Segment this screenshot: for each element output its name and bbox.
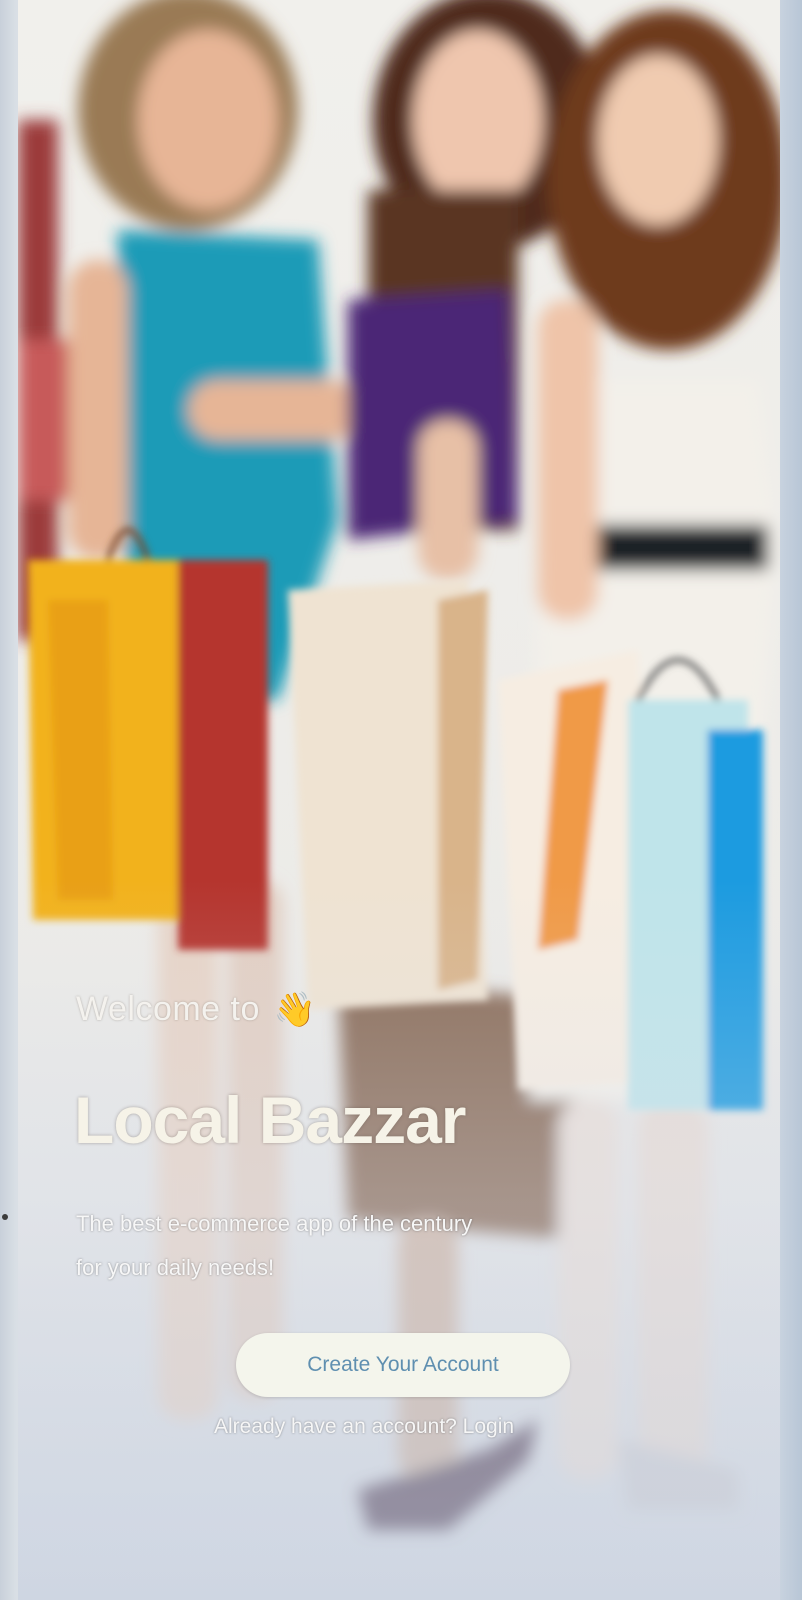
waving-hand-icon: 👋 [273,990,317,1029]
login-prompt-row: Already have an account? Login [214,1415,514,1439]
login-prompt-text: Already have an account? [214,1415,463,1438]
create-account-button[interactable]: Create Your Account [236,1333,570,1397]
tagline-line-1: The best e-commerce app of the century [76,1211,473,1236]
welcome-text: Welcome to [76,990,260,1028]
device-frame: Welcome to 👋 Local Bazzar The best e-com… [0,0,802,1600]
welcome-heading: Welcome to 👋 [76,990,316,1029]
tagline-line-2: for your daily needs! [76,1255,275,1280]
welcome-screen: Welcome to 👋 Local Bazzar The best e-com… [18,0,780,1600]
app-title: Local Bazzar [74,1083,466,1157]
login-link[interactable]: Login [463,1415,514,1438]
screen-artifact-dot [2,1214,8,1220]
tagline: The best e-commerce app of the century f… [76,1202,596,1290]
